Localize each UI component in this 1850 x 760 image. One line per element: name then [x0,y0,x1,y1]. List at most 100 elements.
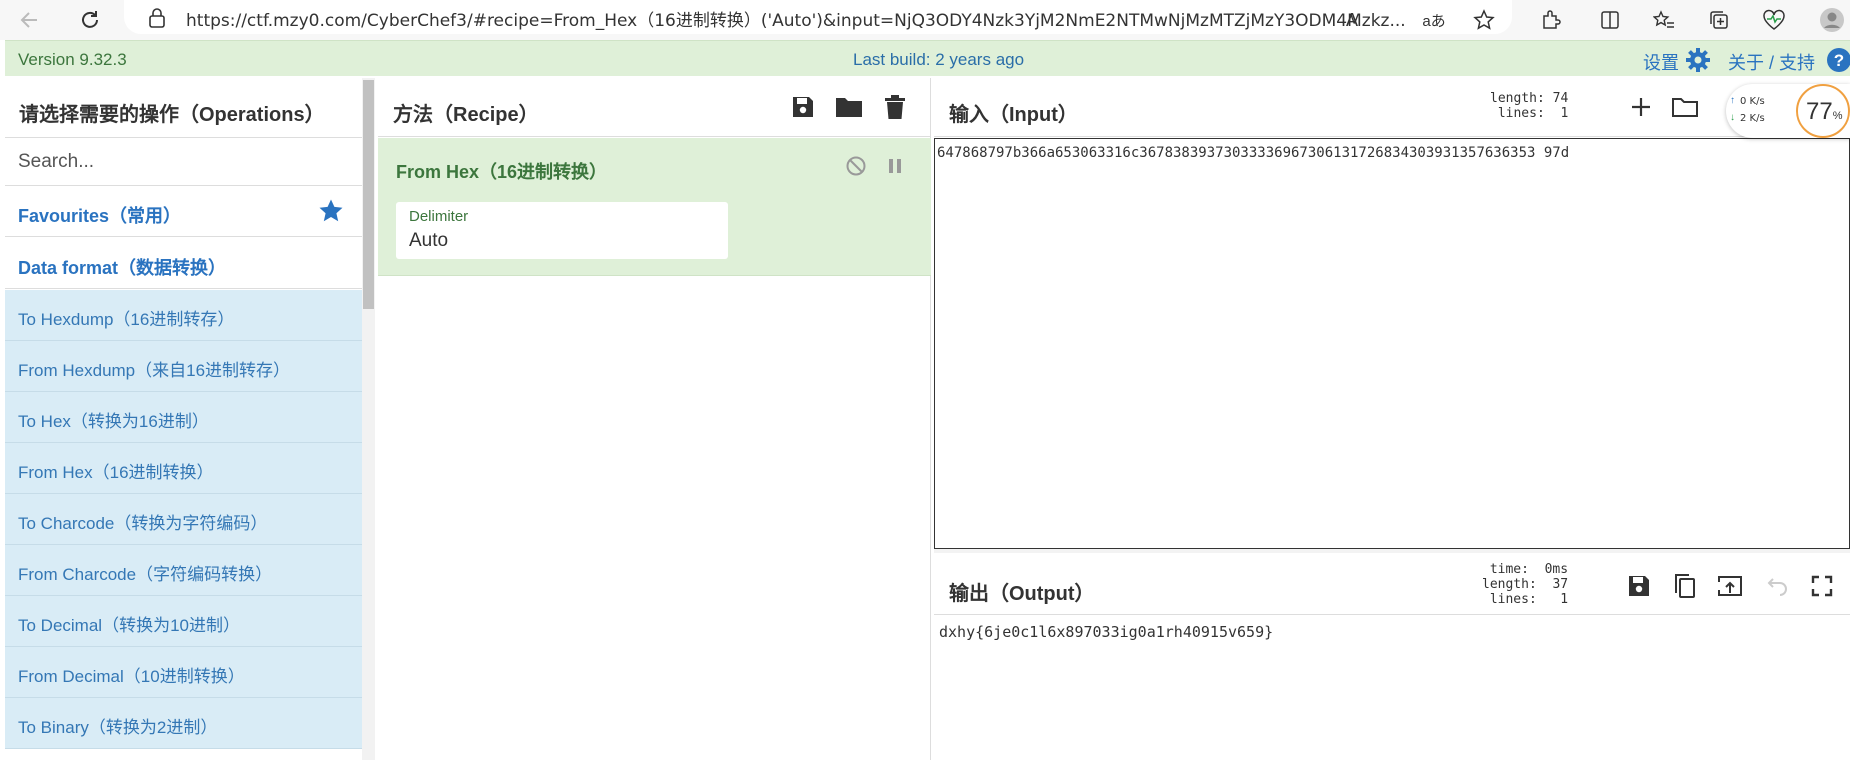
last-build-link[interactable]: Last build: 2 years ago [853,50,1024,70]
output-text[interactable]: dxhy{6je0c1l6x897033ig0a1rh40915v659} [939,623,1273,641]
recipe-pane: 方法（Recipe） From Hex（16进制转换） Delimiter Au… [378,78,931,760]
operation-item[interactable]: To Charcode（转换为字符编码） [5,494,362,545]
save-icon [793,97,813,117]
load-recipe-button[interactable] [834,92,864,122]
percent-sign: % [1832,110,1843,122]
favorites-bar-button[interactable] [1650,6,1678,34]
memory-usage-value: 77% [1806,98,1842,126]
memory-usage-number: 77 [1806,98,1833,125]
gear-icon[interactable] [1685,47,1711,73]
output-header: 输出（Output） time: 0ms length: 37 lines: 1 [934,553,1850,615]
browser-toolbar: https://ctf.mzy0.com/CyberChef3/#recipe=… [0,0,1850,40]
upload-arrow-icon: ↑ [1730,95,1735,106]
split-screen-button[interactable] [1596,6,1624,34]
version-label: Version 9.32.3 [18,50,127,69]
help-icon[interactable]: ? [1826,47,1850,73]
disable-icon[interactable] [845,155,867,177]
operation-item[interactable]: To Hex（转换为16进制） [5,392,362,443]
undo-button[interactable] [1761,571,1791,601]
folder-outline-icon [1672,98,1698,117]
translate-icon: aあ [1422,12,1446,30]
add-input-tab-button[interactable] [1626,92,1656,122]
folder-icon [836,98,862,117]
read-aloud-button[interactable]: A [1338,6,1366,34]
operation-item[interactable]: From Decimal（10进制转换） [5,647,362,698]
read-aloud-icon: A [1345,9,1358,30]
operations-scrollbar-thumb[interactable] [363,80,374,309]
svg-text:?: ? [1834,51,1844,70]
reload-icon [82,11,98,28]
translate-button[interactable]: aあ [1420,6,1448,34]
delimiter-label: Delimiter [409,208,469,225]
operations-pane: 请选择需要的操作（Operations） Favourites（常用） Data… [5,78,375,760]
collections-button[interactable] [1705,6,1733,34]
input-title: 输入（Input） [949,104,1078,126]
favorites-list-icon [1653,10,1674,28]
fullscreen-icon [1811,575,1833,597]
upload-icon [1718,576,1742,596]
input-stats: length: 74 lines: 1 [1490,91,1569,121]
extensions-button[interactable] [1537,6,1565,34]
save-output-button[interactable] [1624,571,1654,601]
memory-usage-gauge: 77% [1796,84,1850,138]
back-button[interactable] [14,4,46,36]
settings-link[interactable]: 设置 [1643,49,1679,75]
about-support-link[interactable]: 关于 / 支持 [1728,49,1815,75]
recipe-header: 方法（Recipe） [378,78,931,137]
recipe-operation[interactable]: From Hex（16进制转换） Delimiter Auto [378,138,931,276]
star-outline-icon [1473,9,1495,30]
arrow-left-icon [20,12,37,28]
info-banner: Version 9.32.3 Last build: 2 years ago 设… [5,40,1850,76]
pause-icon[interactable] [886,156,904,176]
undo-icon [1767,578,1787,596]
output-title: 输出（Output） [949,583,1095,605]
category-favourites[interactable]: Favourites（常用） [5,186,362,237]
address-bar[interactable]: https://ctf.mzy0.com/CyberChef3/#recipe=… [124,0,1512,34]
url-text: https://ctf.mzy0.com/CyberChef3/#recipe=… [186,11,1406,31]
heart-pulse-icon [1763,9,1785,30]
output-pane: 输出（Output） time: 0ms length: 37 lines: 1… [934,553,1850,760]
download-speed: 2 K/s [1740,113,1765,124]
operation-item[interactable]: To Decimal（转换为10进制） [5,596,362,647]
avatar [1820,8,1844,32]
save-recipe-button[interactable] [788,92,818,122]
operation-item[interactable]: From Hex（16进制转换） [5,443,362,494]
copy-icon [1675,574,1695,598]
split-screen-icon [1601,11,1619,29]
recipe-title: 方法（Recipe） [393,104,539,126]
profile-button[interactable] [1818,6,1846,34]
operations-title: 请选择需要的操作（Operations） [19,104,325,126]
operation-item[interactable]: To Binary（转换为2进制） [5,698,362,749]
delimiter-field[interactable]: Delimiter Auto [396,202,728,259]
puzzle-icon [1543,10,1561,29]
network-speed-widget[interactable]: ↑ 0 K/s ↓ 2 K/s 77% [1726,84,1850,138]
reload-button[interactable] [74,4,106,36]
category-data-format[interactable]: Data format（数据转换） [5,238,362,289]
replace-input-button[interactable] [1715,571,1745,601]
input-pane: 输入（Input） length: 74 lines: 1 647868797b… [934,78,1850,549]
operation-item[interactable]: To Hexdump（16进制转存） [5,290,362,341]
trash-icon [885,95,905,119]
recipe-operation-name: From Hex（16进制转换） [396,162,608,182]
browser-essentials-button[interactable] [1760,6,1788,34]
operation-item[interactable]: From Charcode（字符编码转换） [5,545,362,596]
upload-speed: 0 K/s [1740,96,1765,107]
star-icon [319,199,343,222]
favorite-button[interactable] [1470,6,1498,34]
category-data-format-label: Data format（数据转换） [18,258,227,278]
operations-scrollbar[interactable] [362,78,375,760]
maximize-output-button[interactable] [1807,571,1837,601]
download-arrow-icon: ↓ [1730,112,1735,123]
category-favourites-label: Favourites（常用） [18,206,182,226]
output-stats: time: 0ms length: 37 lines: 1 [1482,562,1569,607]
collections-icon [1710,11,1728,29]
operation-item[interactable]: From Hexdump（来自16进制转存） [5,341,362,392]
operations-list: To Hexdump（16进制转存） From Hexdump（来自16进制转存… [5,290,362,749]
clear-recipe-button[interactable] [880,92,910,122]
open-file-button[interactable] [1670,92,1700,122]
delimiter-value: Auto [409,230,449,251]
copy-output-button[interactable] [1670,571,1700,601]
input-header: 输入（Input） length: 74 lines: 1 [934,78,1850,137]
operations-search-input[interactable] [5,137,362,186]
input-textarea[interactable]: 647868797b366a653063316c3678383937303333… [934,138,1850,549]
